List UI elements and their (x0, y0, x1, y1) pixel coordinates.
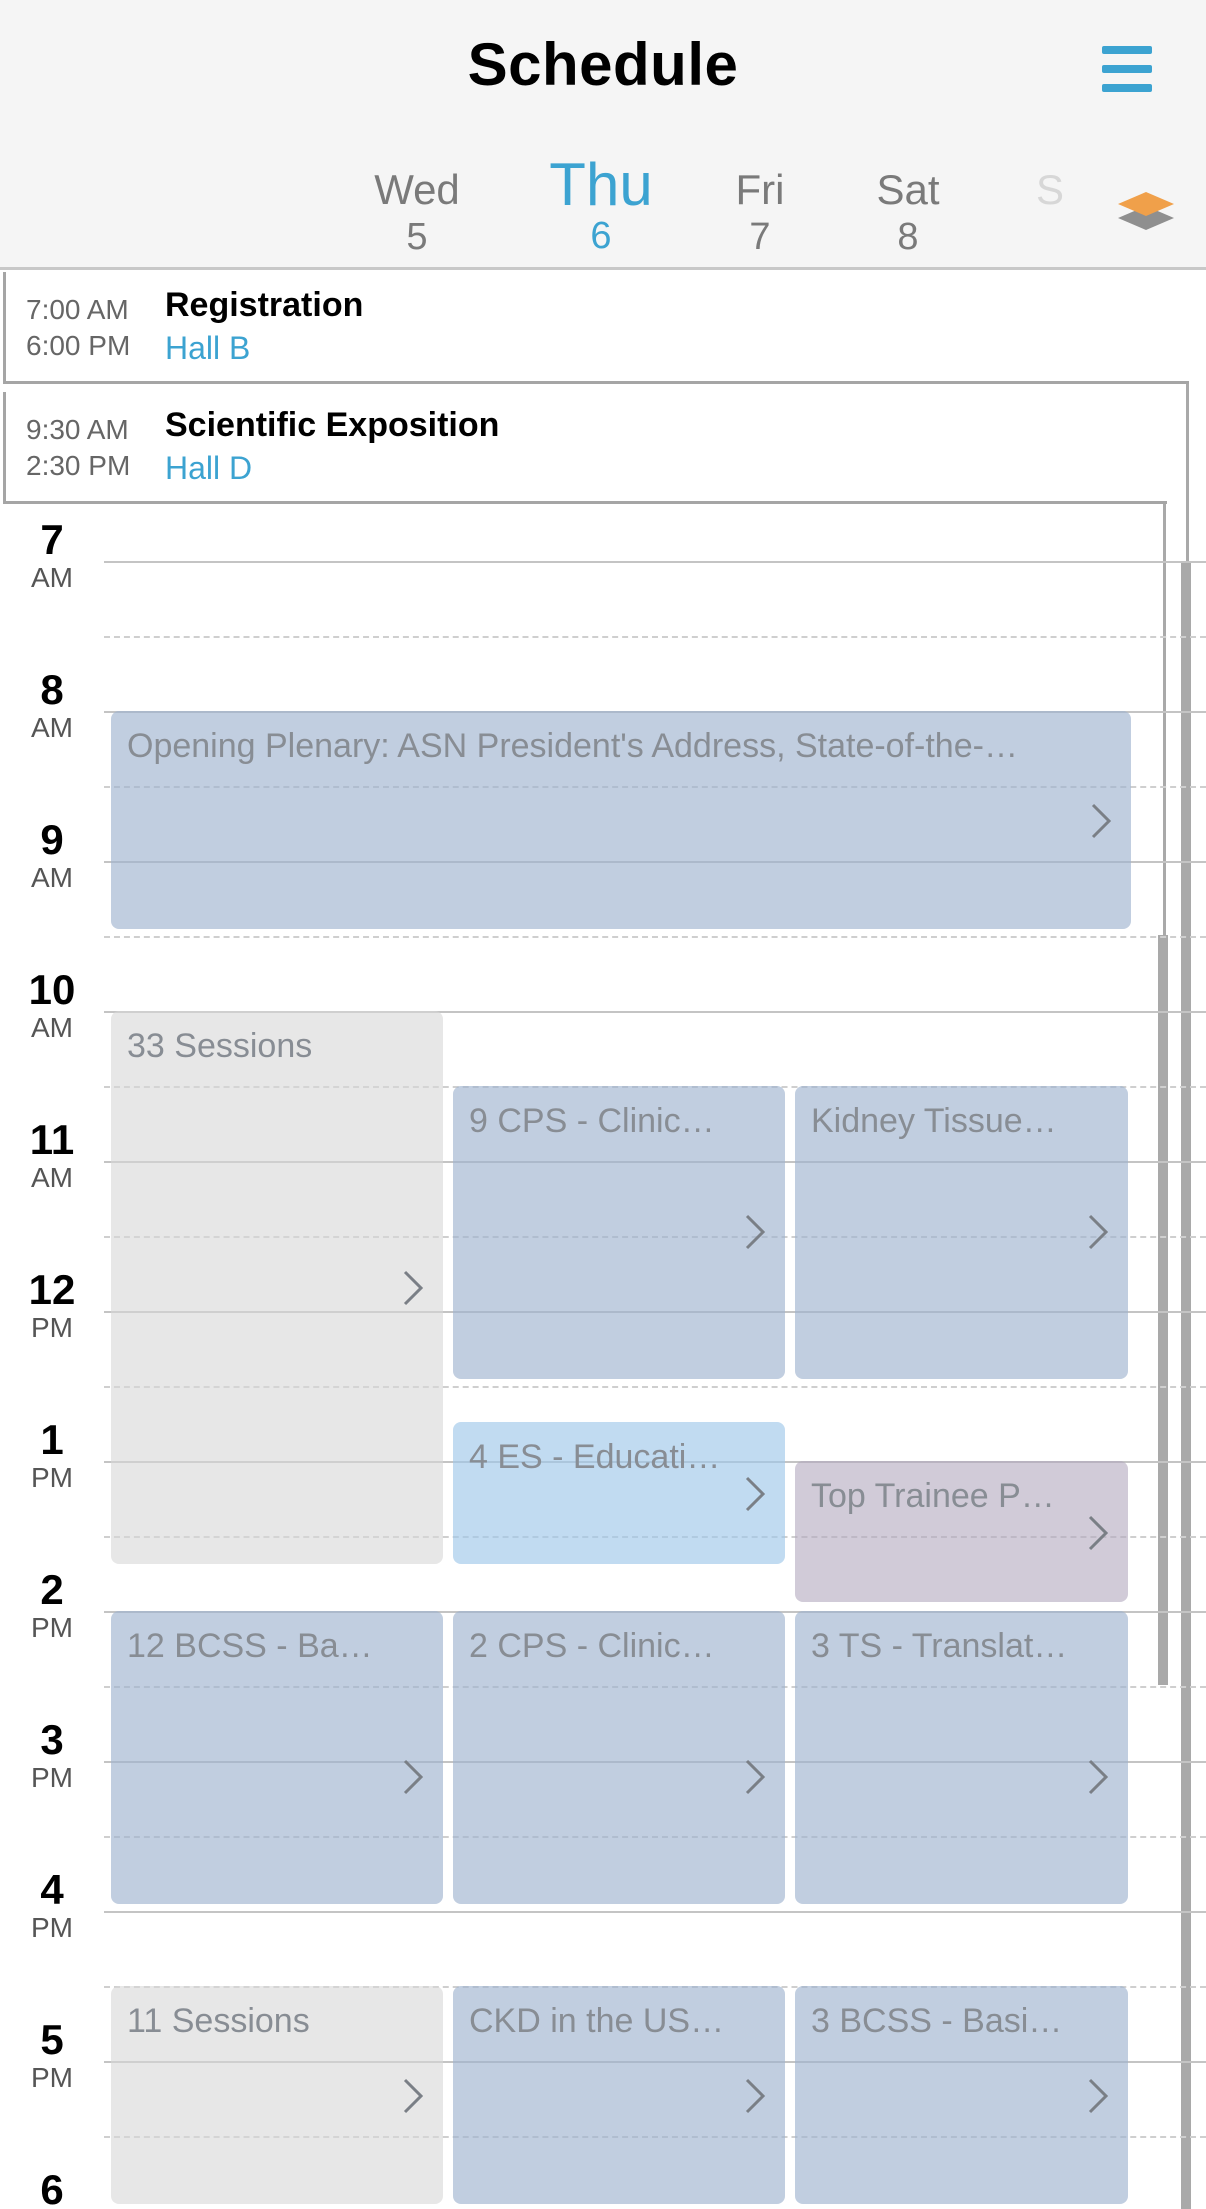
event-bcss-basic[interactable]: 12 BCSS - Ba… (111, 1611, 443, 1904)
page-title: Schedule (467, 31, 739, 98)
day-tab-thu[interactable]: Thu 6 (538, 150, 664, 258)
event-title: 11 Sessions (127, 2002, 310, 2040)
day-name: Sat (876, 166, 940, 213)
event-bcss-basic-2[interactable]: 3 BCSS - Basi… (795, 1986, 1128, 2204)
event-title: Registration (165, 286, 364, 324)
hour-label: 4 PM (31, 1866, 73, 1944)
event-title: Top Trainee P… (811, 1477, 1055, 1515)
event-title: CKD in the US… (469, 2002, 725, 2040)
event-kidney-tissue[interactable]: Kidney Tissue… (795, 1086, 1128, 1379)
hour-label: 3 PM (31, 1716, 73, 1794)
day-tab-sat[interactable]: Sat 8 (862, 166, 954, 259)
day-tab-wed[interactable]: Wed 5 (356, 166, 478, 259)
hour-label: 6 (40, 2166, 64, 2209)
day-number: 8 (897, 216, 919, 258)
event-title: 2 CPS - Clinic… (469, 1627, 715, 1665)
chevron-right-icon (741, 1212, 769, 1252)
event-group-33-sessions[interactable]: 33 Sessions (111, 1011, 443, 1564)
hour-label: 7 AM (31, 516, 73, 594)
hamburger-menu-icon[interactable] (1102, 46, 1152, 92)
event-ckd-in-the-us[interactable]: CKD in the US… (453, 1986, 785, 2204)
day-number: 5 (406, 216, 428, 258)
chevron-right-icon (1084, 2076, 1112, 2116)
chevron-right-icon (399, 2076, 427, 2116)
registration-connector-line (1186, 384, 1189, 564)
chevron-right-icon (1087, 801, 1115, 841)
event-title: 4 ES - Educati… (469, 1438, 721, 1476)
hour-label: 1 PM (31, 1416, 73, 1494)
hour-label: 5 PM (31, 2016, 73, 2094)
hour-label: 12 PM (28, 1266, 76, 1344)
hour-label: 9 AM (31, 816, 73, 894)
event-title: 12 BCSS - Ba… (127, 1627, 373, 1665)
event-start-time: 9:30 AM (26, 414, 129, 445)
event-title: 33 Sessions (127, 1027, 313, 1065)
event-title: Kidney Tissue… (811, 1102, 1057, 1140)
event-title: 3 BCSS - Basi… (811, 2002, 1063, 2040)
all-day-event-registration[interactable]: 7:00 AM 6:00 PM Registration Hall B (0, 272, 1206, 384)
hour-label: 11 AM (29, 1116, 75, 1194)
day-name: Thu (549, 151, 653, 218)
event-title: Scientific Exposition (165, 406, 500, 444)
event-time-range: 9:30 AM 2:30 PM (26, 412, 130, 484)
day-name: Wed (374, 166, 460, 213)
event-location[interactable]: Hall B (165, 330, 250, 367)
day-number: 6 (590, 215, 612, 257)
schedule-header: Schedule Wed 5 Thu 6 Fri 7 Sat 8 S (0, 0, 1206, 270)
event-es-educational[interactable]: 4 ES - Educati… (453, 1422, 785, 1564)
chevron-right-icon (399, 1757, 427, 1797)
event-title: 3 TS - Translat… (811, 1627, 1068, 1665)
day-name: S (1035, 166, 1064, 213)
event-cps-clinical[interactable]: 9 CPS - Clinic… (453, 1086, 785, 1379)
hour-label: 8 AM (31, 666, 73, 744)
day-tab-sun[interactable]: S (1030, 166, 1070, 216)
all-day-event-scientific-exposition[interactable]: 9:30 AM 2:30 PM Scientific Exposition Ha… (0, 392, 1206, 504)
half-hour-line (104, 636, 1206, 638)
hour-label: 2 PM (31, 1566, 73, 1644)
event-start-time: 7:00 AM (26, 294, 129, 325)
event-title: Opening Plenary: ASN President's Address… (127, 727, 1018, 765)
event-time-range: 7:00 AM 6:00 PM (26, 292, 130, 364)
layers-icon[interactable] (1114, 188, 1178, 236)
chevron-right-icon (741, 1757, 769, 1797)
half-hour-line (104, 936, 1206, 938)
day-name: Fri (735, 166, 785, 213)
day-tab-fri[interactable]: Fri 7 (714, 166, 806, 259)
event-group-11-sessions[interactable]: 11 Sessions (111, 1986, 443, 2204)
event-ts-translational[interactable]: 3 TS - Translat… (795, 1611, 1128, 1904)
event-cps-clinical-2[interactable]: 2 CPS - Clinic… (453, 1611, 785, 1904)
chevron-right-icon (741, 2076, 769, 2116)
exposition-span-bar (1158, 935, 1168, 1685)
chevron-right-icon (1084, 1212, 1112, 1252)
event-opening-plenary[interactable]: Opening Plenary: ASN President's Address… (111, 711, 1131, 929)
exposition-connector-line (1163, 504, 1166, 936)
event-top-trainee[interactable]: Top Trainee P… (795, 1461, 1128, 1602)
chevron-right-icon (1084, 1757, 1112, 1797)
event-title: 9 CPS - Clinic… (469, 1102, 715, 1140)
hour-line (104, 561, 1206, 563)
hour-line (104, 1911, 1206, 1913)
event-location[interactable]: Hall D (165, 450, 252, 487)
event-end-time: 2:30 PM (26, 450, 131, 481)
chevron-right-icon (741, 1474, 769, 1514)
chevron-right-icon (1084, 1513, 1112, 1553)
hour-label: 10 AM (28, 966, 76, 1044)
day-number: 7 (749, 216, 771, 258)
chevron-right-icon (399, 1268, 427, 1308)
event-end-time: 6:00 PM (26, 330, 131, 361)
